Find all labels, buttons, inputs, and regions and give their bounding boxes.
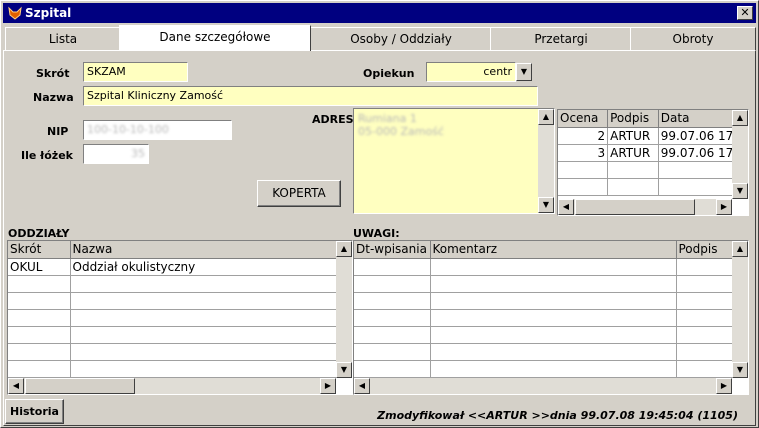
table-row[interactable] [8,275,337,293]
scroll-thumb[interactable] [25,378,135,394]
scroll-down-icon[interactable]: ▼ [732,362,748,378]
nip-field[interactable]: 100-10-10-100 [83,120,232,140]
uwagi-col-podpis: Podpis [676,241,733,259]
ratings-cell-podpis: ARTUR [607,144,659,162]
chevron-down-icon: ▼ [520,67,528,76]
scroll-left-icon[interactable]: ◀ [354,378,370,394]
table-row[interactable] [8,292,337,310]
nazwa-field[interactable]: Szpital Kliniczny Zamość [83,86,538,106]
uwagi-table: Dt-wpisania Komentarz Podpis [354,241,733,378]
scroll-left-icon[interactable]: ◀ [8,378,24,394]
opiekun-dropdown-button[interactable]: ▼ [516,63,532,81]
nip-label: NIP [47,125,69,138]
oddzialy-cell-skrot: OKUL [8,258,71,276]
oddzialy-vscrollbar[interactable]: ▲ ▼ [336,241,352,378]
tab-przetargi[interactable]: Przetargi [490,27,632,51]
table-row[interactable] [354,275,733,293]
table-row[interactable]: 2 ARTUR 99.07.06 17:5 [558,127,748,145]
main-window: Szpital ✕ Lista Dane szczegółowe Osoby /… [0,0,759,428]
ratings-grid: Ocena Podpis Data 2 ARTUR 99.07.06 17:5 … [557,109,749,216]
oddzialy-table: Skrót Nazwa OKUL Oddział okulistyczny [8,241,337,378]
table-row[interactable] [354,309,733,327]
uwagi-col-dt-wpisania: Dt-wpisania [354,241,431,259]
scroll-up-icon[interactable]: ▲ [732,241,748,257]
skrot-label: Skrót [36,67,70,80]
title-bar: Szpital ✕ [3,3,756,23]
oddzialy-hscrollbar[interactable]: ◀ ▶ [8,378,336,394]
ratings-table: Ocena Podpis Data 2 ARTUR 99.07.06 17:5 … [558,110,748,196]
historia-button[interactable]: Historia [5,399,64,424]
scroll-thumb[interactable] [575,199,695,215]
window-title: Szpital [25,6,72,20]
tab-osoby-oddzialy[interactable]: Osoby / Oddziały [310,27,492,51]
nip-value: 100-10-10-100 [87,123,169,136]
uwagi-vscrollbar[interactable]: ▲ ▼ [732,241,748,378]
lozek-field[interactable]: 35 [83,144,149,164]
app-fox-icon [8,6,22,20]
scroll-down-icon[interactable]: ▼ [336,362,352,378]
adres-line-1: Rumiana 1 [358,112,417,125]
ratings-col-podpis: Podpis [607,110,659,128]
koperta-button[interactable]: KOPERTA [257,180,341,207]
table-row[interactable] [8,343,337,361]
uwagi-title: UWAGI: [353,227,400,240]
table-row[interactable] [558,178,748,196]
oddzialy-col-skrot: Skrót [8,241,71,259]
opiekun-label: Opiekun [363,67,415,80]
table-row[interactable] [8,326,337,344]
scroll-up-icon[interactable]: ▲ [336,241,352,257]
tab-obroty[interactable]: Obroty [630,27,756,51]
table-row[interactable] [8,360,337,378]
modification-status: Zmodyfikował <<ARTUR >>dnia 99.07.08 19:… [377,409,738,422]
scroll-right-icon[interactable]: ▶ [320,378,336,394]
nazwa-label: Nazwa [33,91,74,104]
close-button[interactable]: ✕ [737,6,753,20]
ratings-col-ocena: Ocena [558,110,609,128]
oddzialy-col-nazwa: Nazwa [70,241,337,259]
adres-scrollbar[interactable]: ▲ ▼ [538,109,554,213]
table-row[interactable] [354,258,733,276]
lozek-value: 35 [131,147,145,160]
ratings-hscrollbar[interactable]: ◀ ▶ [558,199,732,215]
table-row[interactable] [354,343,733,361]
oddzialy-cell-nazwa: Oddział okulistyczny [70,258,337,276]
table-row[interactable] [354,360,733,378]
table-row[interactable]: OKUL Oddział okulistyczny [8,258,337,276]
table-row[interactable] [558,161,748,179]
tab-dane-szczegolowe[interactable]: Dane szczegółowe [119,25,311,51]
oddzialy-title: ODDZIAŁY [8,227,70,240]
uwagi-hscrollbar[interactable]: ◀ ▶ [354,378,732,394]
ratings-cell-ocena: 2 [558,127,609,145]
scroll-left-icon[interactable]: ◀ [558,199,574,215]
uwagi-grid: Dt-wpisania Komentarz Podpis ▲ ▼ ◀ ▶ [353,240,749,395]
uwagi-col-komentarz: Komentarz [430,241,677,259]
adres-line-2: 05-000 Zamość [358,125,444,138]
lozek-label: Ile łóżek [21,149,73,162]
scroll-down-icon[interactable]: ▼ [732,183,748,199]
tab-lista[interactable]: Lista [5,27,121,51]
scroll-up-icon[interactable]: ▲ [732,110,748,126]
ratings-vscrollbar[interactable]: ▲ ▼ [732,110,748,199]
table-row[interactable]: 3 ARTUR 99.07.06 17:5 [558,144,748,162]
opiekun-select[interactable]: centr [426,62,516,82]
scroll-right-icon[interactable]: ▶ [716,378,732,394]
ratings-cell-ocena: 3 [558,144,609,162]
scroll-up-icon[interactable]: ▲ [538,109,554,125]
scroll-right-icon[interactable]: ▶ [716,199,732,215]
table-row[interactable] [354,326,733,344]
table-row[interactable] [8,309,337,327]
scroll-down-icon[interactable]: ▼ [538,197,554,213]
adres-label: ADRES: [312,113,358,126]
skrot-field[interactable]: SKZAM [83,62,188,82]
oddzialy-grid: Skrót Nazwa OKUL Oddział okulistyczny ▲ … [7,240,353,395]
table-row[interactable] [354,292,733,310]
ratings-cell-podpis: ARTUR [607,127,659,145]
adres-field[interactable]: Rumiana 1 05-000 Zamość ▲ ▼ [353,108,555,214]
